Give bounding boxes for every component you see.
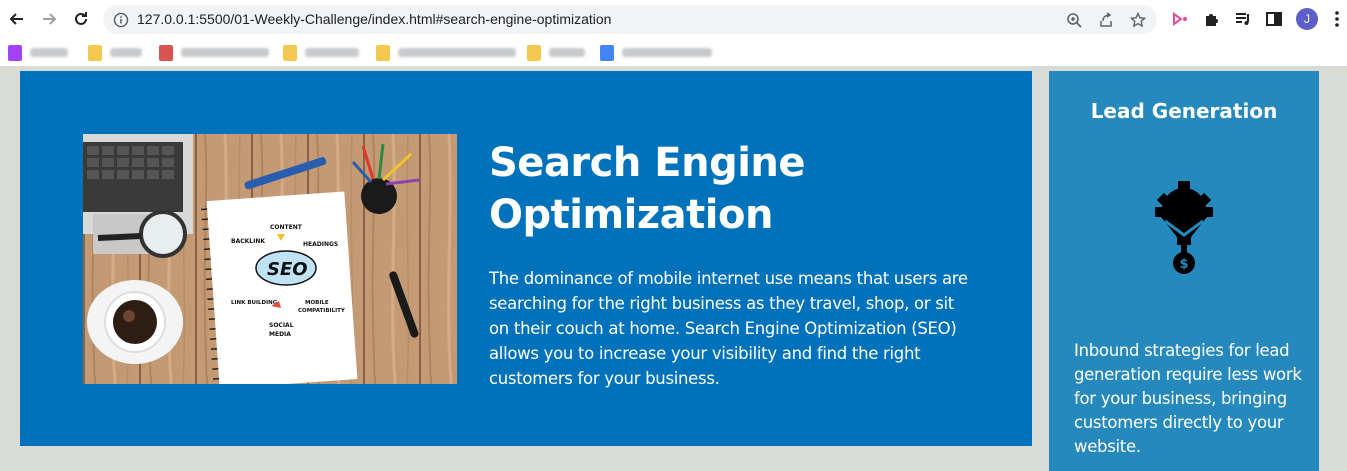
- forward-button[interactable]: [35, 5, 63, 33]
- menu-kebab-icon[interactable]: [1327, 9, 1347, 29]
- seo-title: Search Engine Optimization: [489, 137, 919, 241]
- seo-section: CONTENT BACKLINK HEADINGS SEO LINK BUILD…: [20, 71, 1032, 446]
- media-control-icon[interactable]: [1233, 9, 1253, 29]
- bookmark-item[interactable]: [527, 44, 585, 61]
- folder-icon: [527, 45, 541, 61]
- seo-description: The dominance of mobile internet use mea…: [489, 266, 969, 391]
- bookmark-item[interactable]: [600, 44, 712, 61]
- arrow-left-icon: [8, 10, 26, 28]
- extension-pink-icon[interactable]: [1170, 9, 1190, 29]
- image-label-compatibility: COMPATIBILITY: [298, 308, 346, 314]
- bookmark-favicon: [8, 45, 22, 61]
- image-label-content: CONTENT: [270, 224, 303, 231]
- bookmarks-bar: [0, 38, 1347, 67]
- image-label-backlink: BACKLINK: [231, 238, 265, 245]
- address-bar[interactable]: 127.0.0.1:5500/01-Weekly-Challenge/index…: [103, 5, 1157, 34]
- bookmark-item[interactable]: [8, 44, 68, 61]
- image-label-mobile: MOBILE: [305, 300, 329, 306]
- image-label-seo: SEO: [267, 259, 308, 280]
- image-label-media: MEDIA: [269, 331, 291, 338]
- image-label-link-building: LINK BUILDING: [231, 300, 278, 306]
- seo-image: CONTENT BACKLINK HEADINGS SEO LINK BUILD…: [83, 134, 457, 384]
- profile-avatar[interactable]: J: [1296, 8, 1318, 30]
- reload-icon: [72, 10, 90, 28]
- lead-funnel-icon: $: [1155, 181, 1213, 281]
- lead-generation-card: Lead Generation $ Inbound strategies for…: [1049, 71, 1319, 471]
- svg-text:$: $: [1179, 257, 1188, 272]
- zoom-icon[interactable]: [1064, 10, 1084, 30]
- reload-button[interactable]: [67, 5, 95, 33]
- arrow-right-icon: [40, 10, 58, 28]
- bookmark-item[interactable]: [283, 44, 359, 61]
- bookmark-item[interactable]: [159, 44, 269, 61]
- bookmark-favicon: [159, 45, 173, 61]
- bookmark-star-icon[interactable]: [1128, 10, 1148, 30]
- lead-description: Inbound strategies for lead generation r…: [1074, 339, 1314, 459]
- bookmark-favicon: [600, 45, 614, 61]
- side-panel-icon[interactable]: [1264, 9, 1284, 29]
- bookmark-item[interactable]: [376, 44, 516, 61]
- back-button[interactable]: [3, 5, 31, 33]
- image-label-social: SOCIAL: [269, 322, 294, 329]
- folder-icon: [88, 45, 102, 61]
- image-label-headings: HEADINGS: [303, 241, 338, 248]
- bookmark-item[interactable]: [88, 44, 142, 61]
- browser-toolbar: 127.0.0.1:5500/01-Weekly-Challenge/index…: [0, 0, 1347, 38]
- page-content: CONTENT BACKLINK HEADINGS SEO LINK BUILD…: [0, 67, 1347, 455]
- puzzle-icon[interactable]: [1202, 9, 1222, 29]
- share-icon[interactable]: [1096, 10, 1116, 30]
- info-icon[interactable]: [111, 10, 131, 30]
- url-text: 127.0.0.1:5500/01-Weekly-Challenge/index…: [137, 11, 611, 27]
- lead-title: Lead Generation: [1049, 99, 1319, 123]
- folder-icon: [376, 45, 390, 61]
- folder-icon: [283, 45, 297, 61]
